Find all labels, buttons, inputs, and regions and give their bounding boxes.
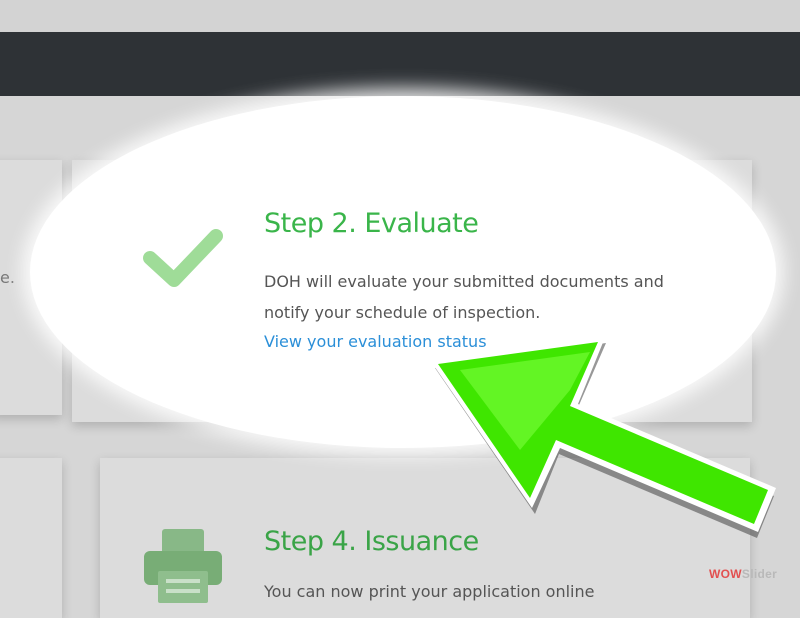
step2-title: Step 2. Evaluate <box>264 208 479 239</box>
step4-description: You can now print your application onlin… <box>264 582 595 601</box>
step-card-left-2 <box>0 458 62 618</box>
arrow-pointer-icon <box>430 335 776 538</box>
checkmark-icon <box>143 229 223 287</box>
top-navbar <box>0 32 800 96</box>
step2-description: DOH will evaluate your submitted documen… <box>264 272 664 322</box>
cut-off-text: e. <box>0 268 15 287</box>
printer-icon <box>144 529 222 603</box>
top-strip <box>0 0 800 32</box>
wowslider-watermark: WOWSlider <box>709 567 778 581</box>
